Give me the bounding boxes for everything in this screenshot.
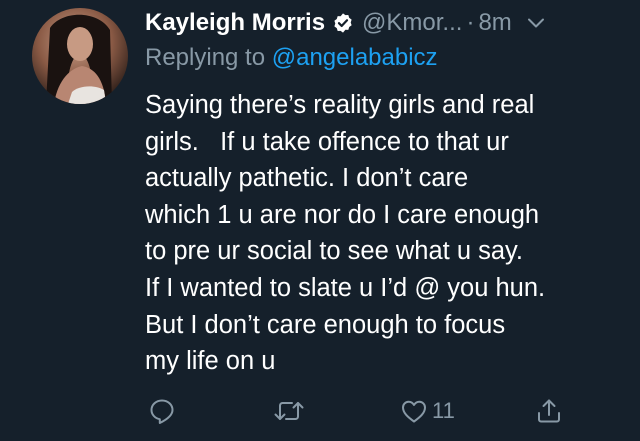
verified-badge-icon	[334, 13, 352, 33]
share-button[interactable]	[535, 394, 563, 428]
chevron-down-icon[interactable]	[526, 13, 546, 33]
tweet-text-line: actually pathetic. I don’t care	[145, 164, 469, 193]
tweet-text-line: my life on u	[145, 347, 276, 376]
tweet-text-line: girls. If u take offence to that ur	[145, 127, 509, 156]
tweet-actions: 11	[145, 394, 575, 428]
reply-mention-link[interactable]: @angelababicz	[272, 44, 438, 71]
author-name[interactable]: Kayleigh Morris	[145, 9, 325, 37]
retweet-button[interactable]	[273, 394, 305, 428]
tweet-text-line: Saying there’s reality girls and real	[145, 91, 535, 119]
avatar-photo	[46, 14, 112, 104]
reply-icon	[150, 399, 174, 424]
tweet-timestamp[interactable]: 8m	[478, 9, 511, 37]
heart-icon	[402, 400, 426, 423]
tweet-text-line: to pre ur social to see what u say.	[145, 237, 523, 266]
tweet-text: Saying there’s reality girls and real gi…	[145, 87, 625, 380]
tweet-text-line: If I wanted to slate u I’d @ you hun.	[145, 273, 546, 302]
retweet-icon	[274, 402, 304, 420]
tweet-text-line: But I don’t care enough to focus	[145, 310, 506, 339]
meta-separator: ·	[466, 9, 475, 36]
like-count: 11	[432, 398, 455, 423]
tweet-text-line: which 1 u are nor do I care enough	[145, 200, 540, 229]
like-button[interactable]: 11	[400, 394, 455, 428]
tweet-header: Kayleigh Morris @Kmor... · 8m	[145, 6, 620, 40]
replying-to-line: Replying to @angelababicz	[145, 44, 438, 72]
author-handle[interactable]: @Kmor...	[362, 9, 462, 37]
share-icon	[538, 399, 560, 423]
avatar[interactable]	[32, 8, 128, 104]
reply-button[interactable]	[148, 394, 176, 428]
replying-to-label: Replying to	[145, 44, 266, 71]
